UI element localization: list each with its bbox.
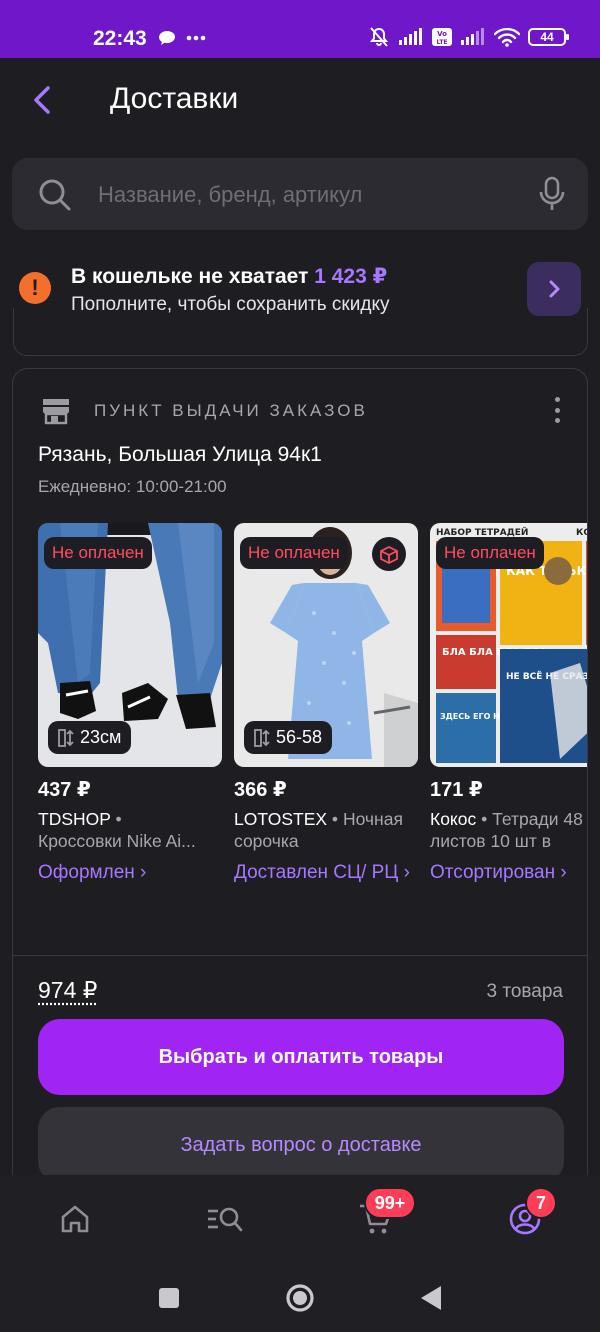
pickup-type-label: ПУНКТ ВЫДАЧИ ЗАКАЗОВ bbox=[94, 401, 368, 420]
tab-home[interactable] bbox=[51, 1195, 99, 1243]
mic-icon[interactable] bbox=[538, 176, 566, 212]
product-title: Кокос • Тетради 48 листов 10 шт в bbox=[430, 809, 583, 851]
more-dots-icon bbox=[186, 35, 206, 41]
divider bbox=[13, 955, 587, 956]
top-bar: Доставки bbox=[0, 58, 600, 144]
recents-button[interactable] bbox=[152, 1281, 186, 1315]
product-image[interactable]: Не оплачен 56-58 bbox=[234, 523, 418, 767]
product-status-link[interactable]: Оформлен › bbox=[38, 860, 222, 885]
unpaid-badge: Не оплачен bbox=[436, 537, 544, 569]
circle-icon bbox=[286, 1284, 314, 1312]
product-brand: Кокос bbox=[430, 809, 477, 829]
status-time: 22:43 bbox=[93, 27, 147, 50]
size-chip: 23см bbox=[48, 721, 132, 754]
page-title: Доставки bbox=[110, 82, 239, 115]
back-button[interactable] bbox=[24, 80, 64, 120]
product-card-notebooks[interactable]: НАБОР ТЕТРАДЕЙ КО КАК ТОЛЬКО ТАК СРАЗУ Б… bbox=[430, 523, 588, 885]
muted-bell-icon bbox=[369, 27, 389, 47]
ask-delivery-question-button[interactable]: Задать вопрос о доставке bbox=[38, 1107, 564, 1175]
product-price: 437 ₽ bbox=[38, 779, 91, 801]
product-title: LOTOSTEX • Ночная сорочка bbox=[234, 809, 403, 851]
search-input[interactable]: Название, бренд, артикул bbox=[98, 182, 362, 208]
product-card-nightgown[interactable]: Не оплачен 56-58 366 ₽ LOTOSTEX • Ночная… bbox=[234, 523, 418, 885]
bottom-tab-bar: 99+ 7 bbox=[0, 1175, 600, 1261]
product-image[interactable]: Не оплачен 23см bbox=[38, 523, 222, 767]
size-icon bbox=[254, 728, 270, 747]
square-icon bbox=[159, 1288, 179, 1308]
chat-bubble-icon bbox=[159, 31, 175, 45]
system-nav-bar bbox=[0, 1261, 600, 1332]
product-brand: TDSHOP bbox=[38, 809, 111, 829]
pickup-point-card: ПУНКТ ВЫДАЧИ ЗАКАЗОВ Рязань, Большая Ули… bbox=[12, 368, 588, 1175]
signal-icon bbox=[461, 28, 484, 45]
wallet-title: В кошельке не хватает 1 423 ₽ bbox=[71, 264, 387, 289]
order-total[interactable]: 974 ₽ bbox=[38, 977, 97, 1004]
product-carousel[interactable]: Не оплачен 23см 437 ₽ TDSHOP • Кроссовки … bbox=[38, 523, 588, 923]
product-title: TDSHOP • Кроссовки Nike Ai... bbox=[38, 809, 196, 851]
items-count: 3 товара bbox=[486, 981, 563, 1002]
search-icon bbox=[39, 179, 71, 211]
tab-catalog[interactable] bbox=[200, 1195, 248, 1243]
product-status-link[interactable]: Доставлен СЦ/ РЦ › bbox=[234, 860, 418, 885]
status-left-icons bbox=[158, 30, 206, 46]
package-icon bbox=[372, 537, 406, 571]
unpaid-badge: Не оплачен bbox=[240, 537, 348, 569]
profile-notification-badge: 7 bbox=[525, 1187, 557, 1219]
product-brand: LOTOSTEX bbox=[234, 809, 328, 829]
notebook-brand-label: КО bbox=[576, 528, 588, 538]
triangle-back-icon bbox=[421, 1286, 441, 1310]
search-bar[interactable]: Название, бренд, артикул bbox=[12, 158, 588, 230]
product-name: Кроссовки Nike Ai... bbox=[38, 831, 196, 851]
chevron-right-icon bbox=[549, 280, 560, 298]
pickup-hours: Ежедневно: 10:00-21:00 bbox=[38, 477, 227, 496]
size-value: 23см bbox=[80, 727, 122, 747]
home-nav-button[interactable] bbox=[283, 1281, 317, 1315]
back-nav-button[interactable] bbox=[414, 1281, 448, 1315]
product-card-sneakers[interactable]: Не оплачен 23см 437 ₽ TDSHOP • Кроссовки … bbox=[38, 523, 222, 885]
product-price: 366 ₽ bbox=[234, 779, 287, 801]
previous-card-edge bbox=[13, 308, 588, 356]
status-right-icons: Vo LTE 44 bbox=[368, 26, 569, 48]
select-and-pay-button[interactable]: Выбрать и оплатить товары bbox=[38, 1019, 564, 1095]
signal-icon bbox=[399, 28, 422, 45]
unpaid-badge: Не оплачен bbox=[44, 537, 152, 569]
product-status-link[interactable]: Отсортирован › bbox=[430, 860, 587, 885]
size-chip: 56-58 bbox=[244, 721, 333, 754]
wallet-amount: 1 423 ₽ bbox=[314, 265, 388, 288]
warning-icon: ! bbox=[19, 272, 51, 304]
svg-text:Vo: Vo bbox=[437, 30, 447, 38]
size-value: 56-58 bbox=[276, 727, 323, 747]
wallet-title-text: В кошельке не хватает bbox=[71, 265, 309, 288]
volte-icon: VoLTE bbox=[432, 28, 452, 46]
cart-count-badge: 99+ bbox=[364, 1187, 416, 1219]
pickup-address: Рязань, Большая Улица 94к1 bbox=[38, 443, 322, 466]
catalog-search-icon bbox=[208, 1207, 243, 1232]
product-image[interactable]: НАБОР ТЕТРАДЕЙ КО КАК ТОЛЬКО ТАК СРАЗУ Б… bbox=[430, 523, 588, 767]
svg-text:LTE: LTE bbox=[436, 39, 447, 46]
deliveries-screen: Доставки Название, бренд, артикул ! В ко… bbox=[0, 58, 600, 1175]
wifi-icon bbox=[494, 27, 520, 47]
size-icon bbox=[58, 728, 74, 747]
chevron-left-icon bbox=[34, 86, 50, 114]
home-icon bbox=[61, 1205, 89, 1233]
more-options-button[interactable] bbox=[553, 397, 561, 423]
battery-icon: 44 bbox=[528, 28, 569, 46]
product-price: 171 ₽ bbox=[430, 779, 483, 801]
status-bar: 22:43 Vo LTE 44 bbox=[0, 0, 600, 58]
store-icon bbox=[43, 399, 69, 425]
